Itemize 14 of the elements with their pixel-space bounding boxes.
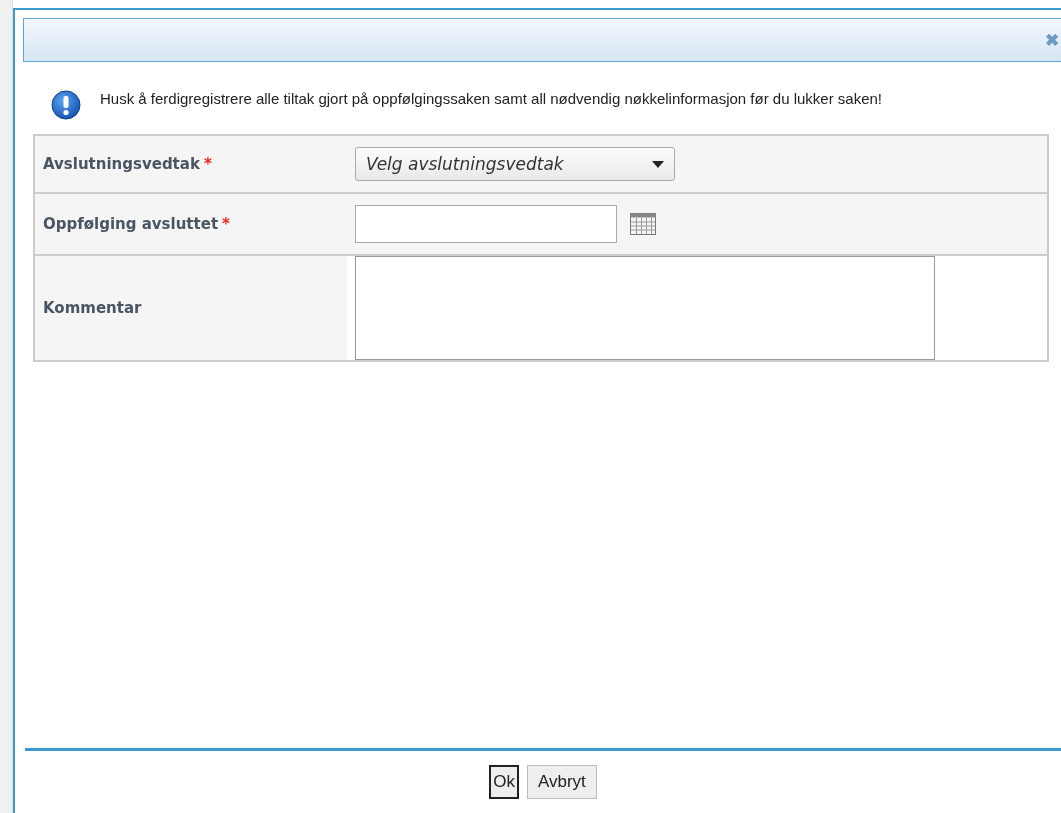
field-label: Oppfølging avsluttet [43, 215, 219, 233]
dialog-button[interactable]: Ok [489, 765, 519, 799]
field-label: Kommentar [43, 299, 142, 317]
dialog-button[interactable]: Avbryt [526, 765, 597, 799]
required-marker: * [203, 155, 212, 173]
dropdown[interactable]: Velg avslutningsvedtak [355, 147, 675, 181]
comment-field[interactable] [355, 256, 935, 360]
date-field[interactable] [355, 205, 617, 243]
caret-icon [652, 160, 664, 168]
info-message: Husk å ferdigregistrere alle tiltak gjort på oppfølgingssaken samt all nødvendig nøkkelinformasjon før du lukker saken! [100, 89, 884, 109]
calendar-icon[interactable] [629, 212, 657, 236]
required-marker: * [222, 215, 230, 233]
field-label: Avslutningsvedtak [43, 155, 200, 173]
alert-icon [51, 90, 81, 120]
